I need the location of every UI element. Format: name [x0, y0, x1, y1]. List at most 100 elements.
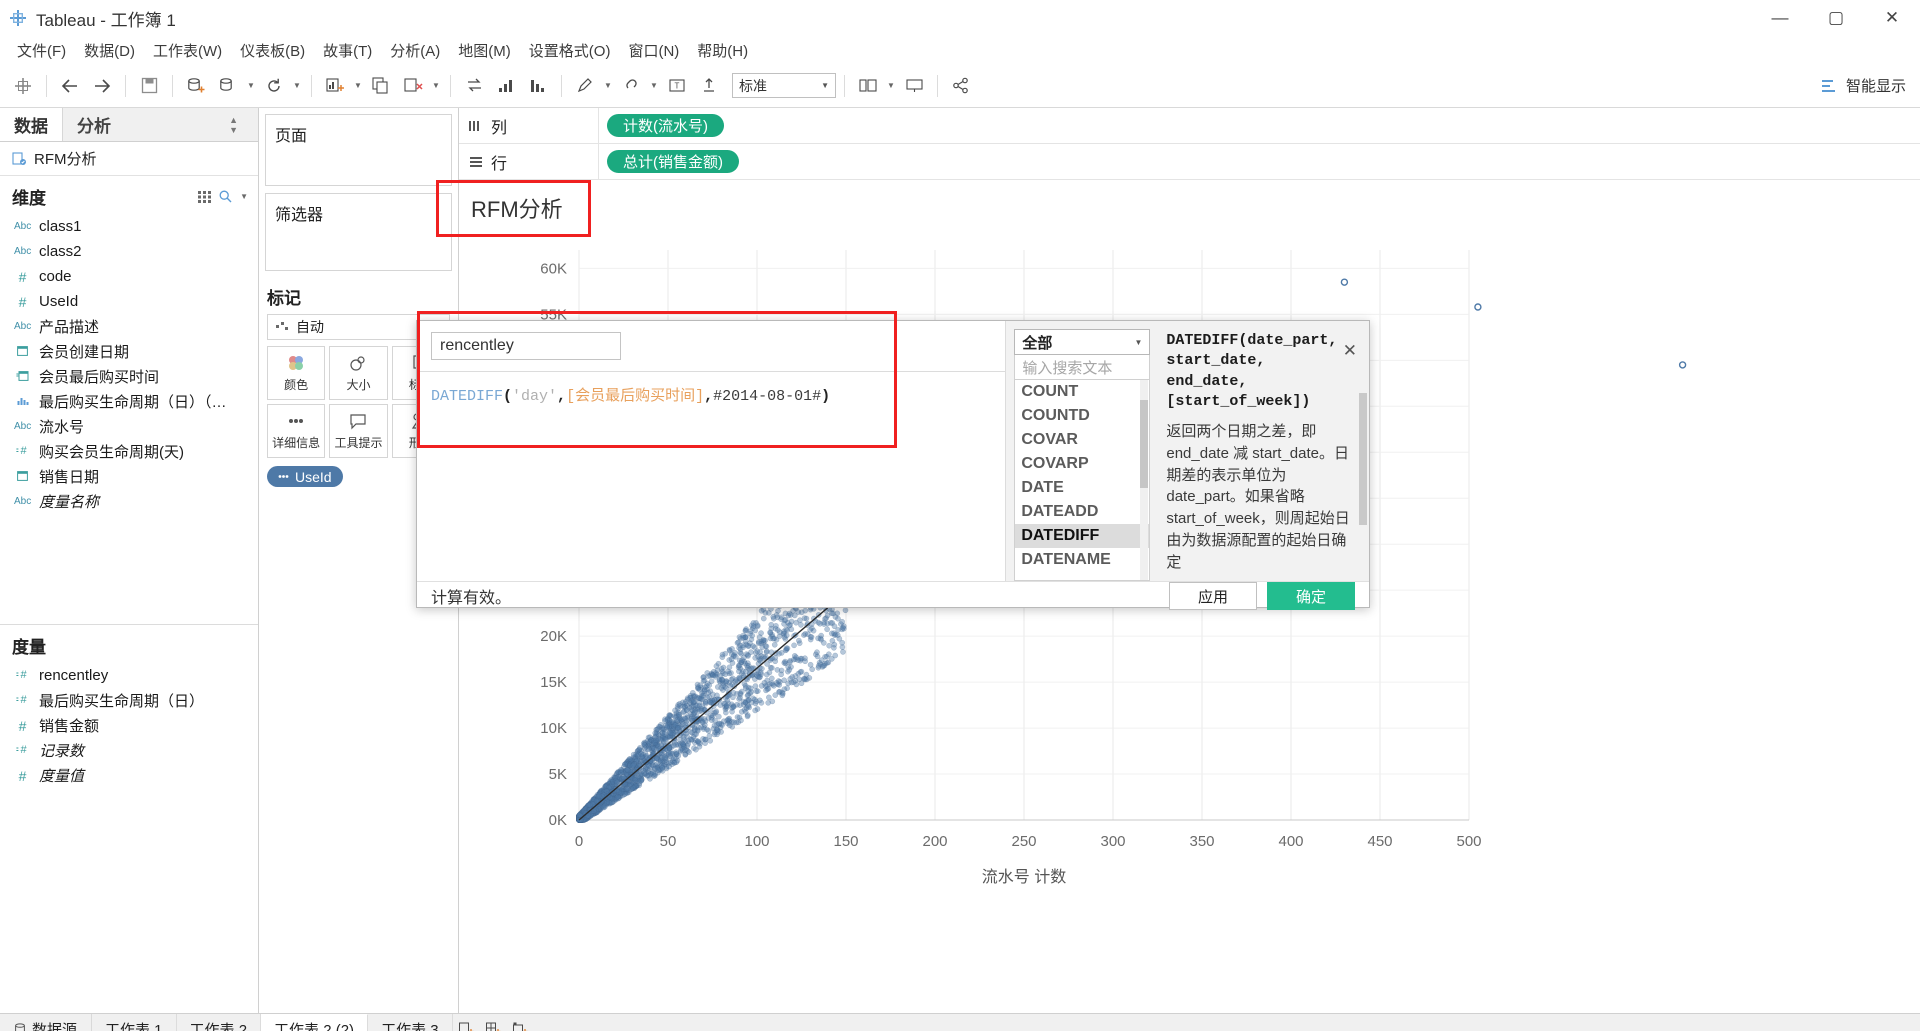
dimension-item[interactable]: # UseId — [0, 289, 258, 314]
new-worksheet-icon[interactable] — [453, 1014, 480, 1031]
rows-drop-zone[interactable]: 总计(销售金额) — [599, 144, 1920, 179]
measure-item[interactable]: # 销售金额 — [0, 713, 258, 738]
pages-card[interactable]: 页面 — [265, 114, 452, 186]
calc-name-input[interactable]: rencentley — [431, 332, 621, 360]
filters-card[interactable]: 筛选器 — [265, 193, 452, 271]
dimension-item[interactable]: Abc 流水号 — [0, 414, 258, 439]
close-icon[interactable]: ✕ — [1343, 341, 1357, 361]
undo-caret-icon[interactable]: ▼ — [291, 71, 303, 101]
function-item[interactable]: COUNT — [1015, 380, 1149, 404]
dimension-item[interactable]: 会员最后购买时间 — [0, 364, 258, 389]
columns-drop-zone[interactable]: 计数(流水号) — [599, 108, 1920, 143]
function-list-scroll-thumb[interactable] — [1140, 400, 1149, 488]
measure-item[interactable]: # 最后购买生命周期（日） — [0, 688, 258, 713]
new-data-source-icon[interactable] — [181, 71, 211, 101]
marks-detail-button[interactable]: 详细信息 — [267, 404, 326, 458]
dimension-item[interactable]: # code — [0, 264, 258, 289]
dimensions-menu-caret-icon[interactable]: ▼ — [240, 192, 248, 201]
marks-tooltip-button[interactable]: 工具提示 — [329, 404, 388, 458]
function-item[interactable]: DATEADD — [1015, 500, 1149, 524]
sheet-tab-2-copy[interactable]: 工作表 2 (2) — [261, 1014, 369, 1031]
dimension-item[interactable]: Abc 产品描述 — [0, 314, 258, 339]
dimension-item[interactable]: Abc class1 — [0, 214, 258, 239]
undo-history-icon[interactable] — [259, 71, 289, 101]
maximize-button[interactable]: ▢ — [1808, 0, 1864, 36]
refresh-data-source-icon[interactable] — [213, 71, 243, 101]
new-dashboard-icon[interactable] — [480, 1014, 507, 1031]
rows-pill[interactable]: 总计(销售金额) — [607, 150, 739, 173]
function-item[interactable]: DATE — [1015, 476, 1149, 500]
new-sheet-caret-icon[interactable]: ▼ — [352, 71, 364, 101]
function-search-input[interactable]: 输入搜索文本 — [1014, 355, 1151, 380]
menu-analysis[interactable]: 分析(A) — [381, 37, 449, 64]
marks-size-button[interactable]: 大小 — [329, 346, 388, 400]
dimension-item[interactable]: Abc class2 — [0, 239, 258, 264]
swap-rows-columns-icon[interactable] — [459, 71, 489, 101]
function-item-selected[interactable]: DATEDIFF — [1015, 524, 1150, 548]
doc-scroll-thumb[interactable] — [1359, 393, 1367, 525]
minimize-button[interactable]: — — [1752, 0, 1808, 36]
menu-file[interactable]: 文件(F) — [8, 37, 75, 64]
group-members-icon[interactable] — [616, 71, 646, 101]
clear-sheet-icon[interactable] — [398, 71, 428, 101]
share-icon[interactable] — [946, 71, 976, 101]
ok-button[interactable]: 确定 — [1267, 582, 1355, 611]
fit-select[interactable]: 标准 ▼ — [732, 73, 836, 98]
sheet-tab-2[interactable]: 工作表 2 — [177, 1014, 262, 1031]
back-icon[interactable] — [55, 71, 85, 101]
tableau-home-icon[interactable] — [8, 71, 38, 101]
cards-caret-icon[interactable]: ▼ — [885, 71, 897, 101]
clear-caret-icon[interactable]: ▼ — [430, 71, 442, 101]
group-by-folder-icon[interactable] — [198, 190, 212, 203]
new-story-icon[interactable] — [507, 1014, 534, 1031]
columns-pill[interactable]: 计数(流水号) — [607, 114, 724, 137]
function-item[interactable]: COUNTD — [1015, 404, 1149, 428]
close-button[interactable]: ✕ — [1864, 0, 1920, 36]
calc-formula-editor[interactable]: DATEDIFF('day',[会员最后购买时间],#2014-08-01#) — [417, 371, 1006, 581]
refresh-dropdown-caret-icon[interactable]: ▼ — [245, 71, 257, 101]
presentation-mode-icon[interactable] — [899, 71, 929, 101]
save-icon[interactable] — [134, 71, 164, 101]
pane-resize-icon[interactable]: ▲ ▼ — [229, 115, 244, 135]
detail-pill[interactable]: UseId — [267, 466, 343, 487]
dimension-item[interactable]: 会员创建日期 — [0, 339, 258, 364]
function-item[interactable]: COVARP — [1015, 452, 1149, 476]
function-item[interactable]: DATENAME — [1015, 548, 1149, 572]
dimension-item[interactable]: # 购买会员生命周期(天) — [0, 439, 258, 464]
new-worksheet-toolbar-icon[interactable] — [320, 71, 350, 101]
menu-format[interactable]: 设置格式(O) — [520, 37, 620, 64]
fix-axes-icon[interactable] — [694, 71, 724, 101]
dimension-item[interactable]: 销售日期 — [0, 464, 258, 489]
menu-worksheet[interactable]: 工作表(W) — [144, 37, 231, 64]
marks-color-button[interactable]: 颜色 — [267, 346, 326, 400]
highlight-caret-icon[interactable]: ▼ — [602, 71, 614, 101]
menu-dashboard[interactable]: 仪表板(B) — [231, 37, 314, 64]
measure-item[interactable]: # 度量值 — [0, 763, 258, 788]
sort-descending-icon[interactable] — [523, 71, 553, 101]
dimension-item[interactable]: 最后购买生命周期（日）（数... — [0, 389, 258, 414]
forward-icon[interactable] — [87, 71, 117, 101]
menu-help[interactable]: 帮助(H) — [688, 37, 757, 64]
group-caret-icon[interactable]: ▼ — [648, 71, 660, 101]
sheet-tab-3[interactable]: 工作表 3 — [368, 1014, 453, 1031]
datasource-tab[interactable]: 数据源 — [0, 1014, 93, 1031]
tab-data[interactable]: 数据 — [0, 108, 62, 141]
show-mark-labels-icon[interactable]: T — [662, 71, 692, 101]
menu-data[interactable]: 数据(D) — [75, 37, 144, 64]
function-item[interactable]: COVAR — [1015, 428, 1149, 452]
search-icon[interactable] — [219, 190, 232, 203]
dimension-item[interactable]: Abc 度量名称 — [0, 489, 258, 514]
calculated-field-dialog[interactable]: rencentley DATEDIFF('day',[会员最后购买时间],#20… — [416, 320, 1370, 611]
function-filter-select[interactable]: 全部 ▼ — [1014, 329, 1151, 355]
menu-map[interactable]: 地图(M) — [449, 37, 520, 64]
duplicate-sheet-icon[interactable] — [366, 71, 396, 101]
show-hide-cards-icon[interactable] — [853, 71, 883, 101]
apply-button[interactable]: 应用 — [1169, 582, 1257, 611]
highlight-icon[interactable] — [570, 71, 600, 101]
measure-item[interactable]: # 记录数 — [0, 738, 258, 763]
measure-item[interactable]: # rencentley — [0, 663, 258, 688]
sort-ascending-icon[interactable] — [491, 71, 521, 101]
smart-show-button[interactable]: 智能显示 — [1821, 75, 1906, 96]
menu-window[interactable]: 窗口(N) — [619, 37, 688, 64]
function-list[interactable]: COUNT COUNTD COVAR COVARP DATE DATEADD D… — [1014, 380, 1151, 582]
